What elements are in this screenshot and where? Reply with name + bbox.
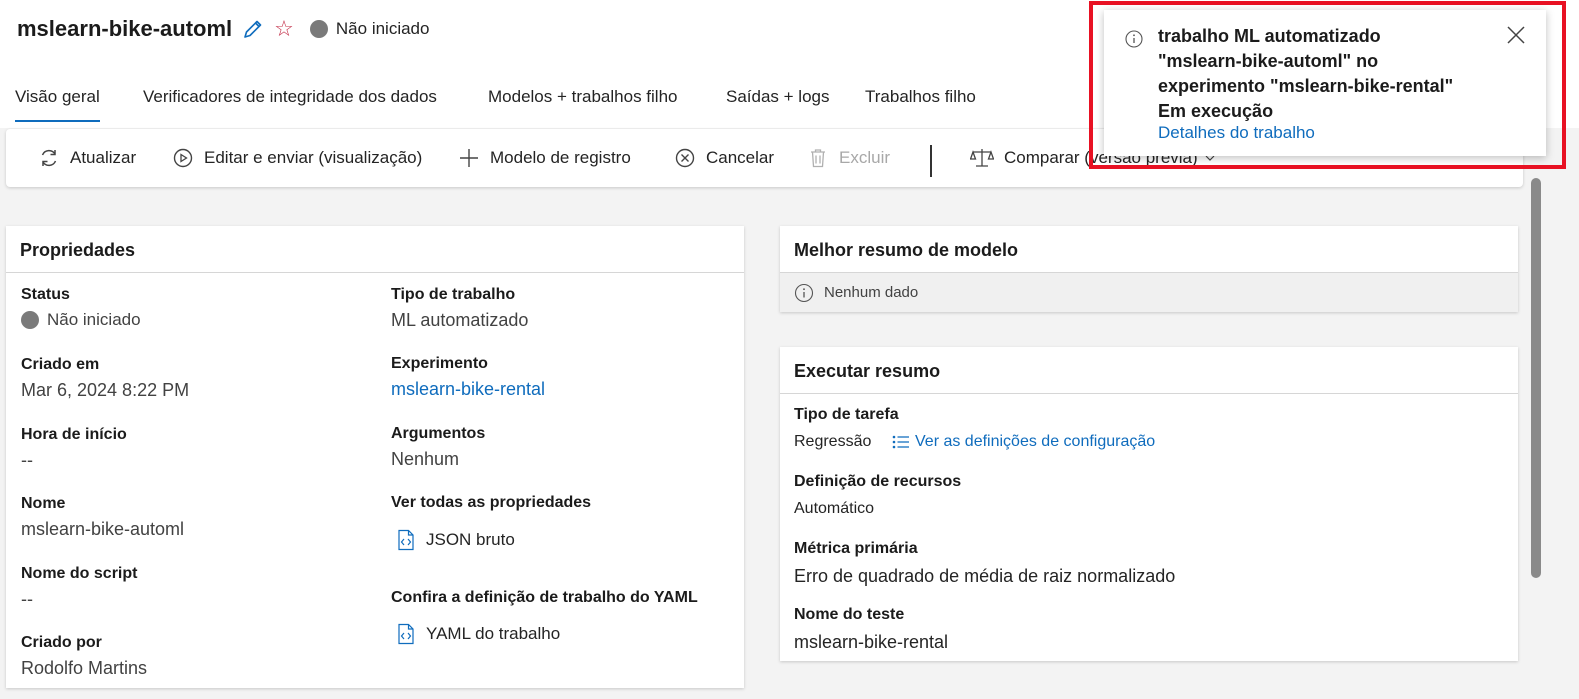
- title-row: mslearn-bike-automl ☆ Não iniciado: [17, 12, 429, 46]
- tab-outputs-logs[interactable]: Saídas + logs: [726, 82, 830, 122]
- code-file-icon: [398, 529, 414, 551]
- created-label: Criado em: [21, 356, 100, 373]
- job-notification-toast: trabalho ML automatizado "mslearn-bike-a…: [1104, 10, 1546, 156]
- card-divider: [6, 272, 744, 273]
- status-dot-icon: [21, 311, 39, 329]
- created-by-label: Criado por: [21, 634, 102, 651]
- delete-button[interactable]: Excluir: [807, 129, 890, 187]
- name-value: mslearn-bike-automl: [21, 519, 185, 539]
- trash-icon: [811, 149, 825, 168]
- status-text: Não iniciado: [335, 19, 430, 38]
- card-divider: [780, 393, 1518, 394]
- cancel-button[interactable]: Cancelar: [674, 129, 774, 187]
- register-model-label: Modelo de registro: [490, 148, 631, 167]
- raw-json-label: JSON bruto: [426, 530, 515, 549]
- refresh-button[interactable]: Atualizar: [38, 129, 136, 187]
- run-summary-title: Executar resumo: [794, 361, 941, 381]
- register-model-button[interactable]: Modelo de registro: [458, 129, 631, 187]
- tab-overview[interactable]: Visão geral: [15, 82, 100, 122]
- task-type-value: Regressão: [794, 433, 872, 450]
- play-circle-icon: [173, 148, 193, 168]
- favorite-star-icon[interactable]: ☆: [274, 18, 294, 40]
- all-properties-label: Ver todas as propriedades: [391, 494, 592, 511]
- job-yaml-link[interactable]: YAML do trabalho: [396, 623, 560, 645]
- refresh-label: Atualizar: [70, 148, 137, 167]
- best-model-card: Melhor resumo de modelo Nenhum dado: [780, 226, 1518, 312]
- experiment-label: Experimento: [391, 355, 488, 372]
- info-icon: [794, 283, 814, 302]
- resource-value: Automático: [794, 500, 875, 517]
- close-icon[interactable]: [1506, 25, 1526, 45]
- code-file-icon: [398, 623, 414, 645]
- created-value: Mar 6, 2024 8:22 PM: [21, 380, 190, 400]
- best-model-title: Melhor resumo de modelo: [794, 240, 1019, 260]
- yaml-definition-label: Confira a definição de trabalho do YAML: [391, 589, 698, 606]
- toast-line-3: experimento "mslearn-bike-rental": [1158, 76, 1454, 96]
- info-icon: [1125, 30, 1143, 48]
- cancel-label: Cancelar: [706, 148, 775, 167]
- primary-metric-value: Erro de quadrado de média de raiz normal…: [794, 566, 1176, 586]
- status-label: Status: [21, 286, 70, 303]
- primary-metric-label: Métrica primária: [794, 540, 918, 557]
- properties-title: Propriedades: [20, 240, 136, 260]
- resource-label: Definição de recursos: [794, 473, 962, 490]
- run-summary-card: Executar resumo Tipo de tarefa Regressão…: [780, 347, 1518, 661]
- view-config-link[interactable]: Ver as definições de configuração: [892, 433, 1155, 451]
- scrollbar-thumb[interactable]: [1531, 178, 1541, 578]
- test-name-value: mslearn-bike-rental: [794, 632, 949, 652]
- status-value: Não iniciado: [21, 310, 141, 330]
- edit-submit-label: Editar e enviar (visualização): [204, 148, 423, 167]
- raw-json-link[interactable]: JSON bruto: [396, 529, 515, 551]
- properties-card: Propriedades Status Não iniciado Criado …: [6, 226, 744, 688]
- page-title: mslearn-bike-automl: [17, 16, 233, 41]
- experiment-link[interactable]: mslearn-bike-rental: [391, 379, 545, 400]
- job-details-link[interactable]: Detalhes do trabalho: [1158, 123, 1315, 143]
- name-label: Nome: [21, 495, 66, 512]
- toolbar-divider: [930, 145, 932, 177]
- start-time-label: Hora de início: [21, 426, 127, 443]
- arguments-label: Argumentos: [391, 425, 486, 442]
- no-data-text: Nenhum dado: [824, 284, 919, 301]
- edit-submit-button[interactable]: Editar e enviar (visualização): [172, 129, 422, 187]
- status-value-text: Não iniciado: [47, 310, 141, 329]
- start-time-value: --: [21, 450, 33, 470]
- tab-child-jobs[interactable]: Trabalhos filho: [865, 82, 976, 122]
- tab-data-guardrails[interactable]: Verificadores de integridade dos dados: [143, 82, 437, 122]
- edit-pencil-icon[interactable]: [242, 18, 264, 40]
- toast-message: trabalho ML automatizado "mslearn-bike-a…: [1158, 24, 1453, 124]
- tab-models-child-jobs[interactable]: Modelos + trabalhos filho: [488, 82, 677, 122]
- toast-line-2: "mslearn-bike-automl" no: [1158, 51, 1379, 71]
- script-name-label: Nome do script: [21, 565, 138, 582]
- refresh-icon: [41, 149, 57, 167]
- created-by-value: Rodolfo Martins: [21, 658, 148, 678]
- view-config-label: Ver as definições de configuração: [915, 433, 1156, 450]
- plus-icon: [460, 149, 478, 167]
- bulleted-list-icon: [892, 435, 909, 449]
- test-name-label: Nome do teste: [794, 606, 905, 623]
- status-dot-icon: [309, 20, 328, 38]
- script-name-value: --: [21, 589, 33, 609]
- delete-label: Excluir: [839, 148, 891, 167]
- toast-line-1: trabalho ML automatizado: [1158, 26, 1381, 46]
- arguments-value: Nenhum: [391, 449, 460, 469]
- scales-icon: [970, 149, 994, 167]
- toast-status: Em execução: [1158, 101, 1274, 121]
- cancel-circle-icon: [675, 148, 695, 168]
- no-data-bar: Nenhum dado: [780, 272, 1518, 312]
- task-type-label: Tipo de tarefa: [794, 406, 899, 423]
- job-type-label: Tipo de trabalho: [391, 286, 516, 303]
- job-yaml-label: YAML do trabalho: [426, 624, 561, 643]
- job-type-value: ML automatizado: [391, 310, 529, 330]
